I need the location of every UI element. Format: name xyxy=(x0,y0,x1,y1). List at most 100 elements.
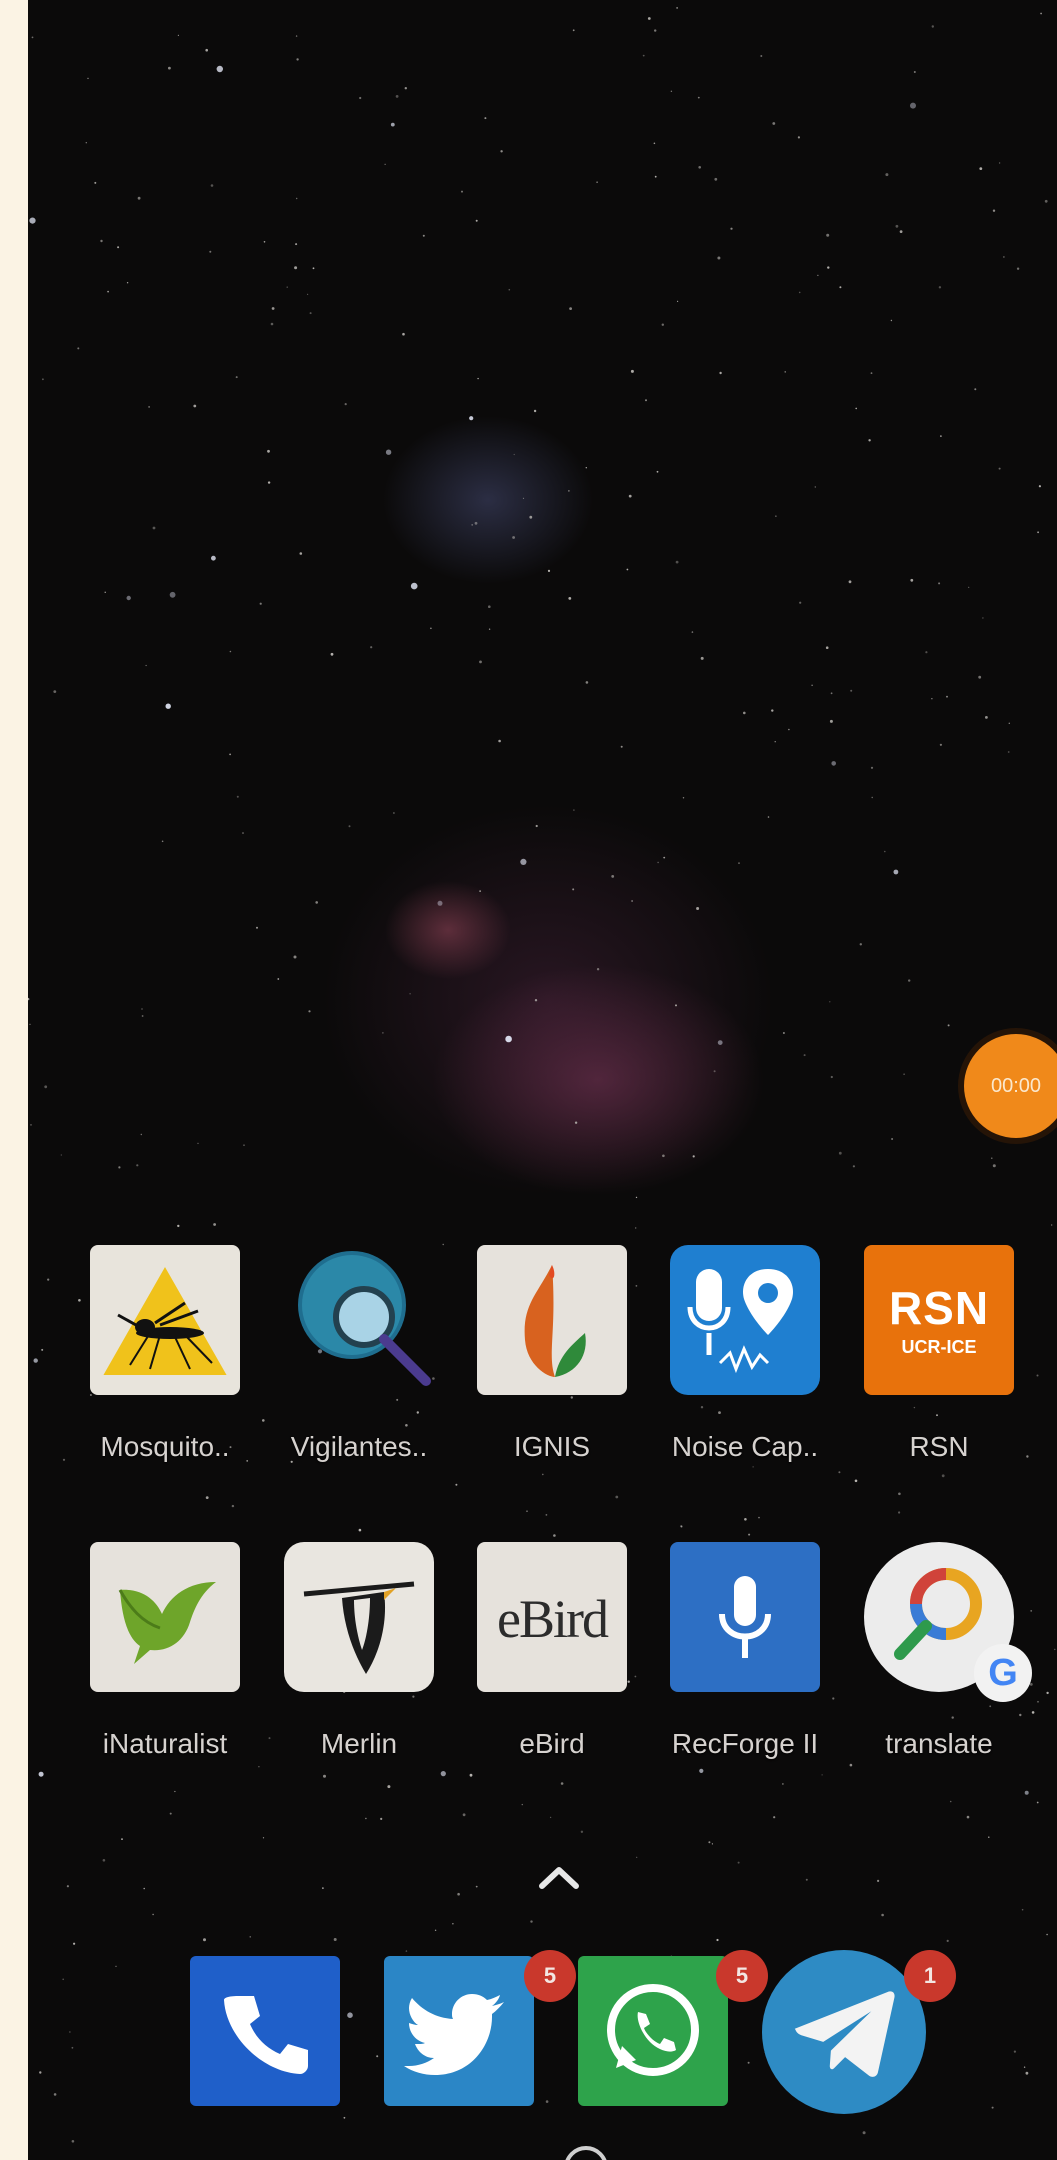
star xyxy=(662,1154,665,1158)
star xyxy=(829,1001,831,1003)
badge-count: 1 xyxy=(923,1963,937,1988)
star xyxy=(908,979,911,982)
dock-whatsapp[interactable] xyxy=(578,1956,728,2106)
star xyxy=(410,582,418,590)
star xyxy=(161,840,164,843)
star xyxy=(293,955,297,959)
star xyxy=(77,347,80,350)
app-label: eBird xyxy=(519,1728,585,1759)
rsn-logo-icon: RSN UCR-ICE xyxy=(864,1245,1014,1395)
app-rsn[interactable]: RSN UCR-ICE RSN xyxy=(844,1245,1034,1463)
star xyxy=(30,1124,32,1126)
star xyxy=(775,515,777,517)
star xyxy=(229,753,232,756)
star xyxy=(452,1923,454,1925)
star xyxy=(1046,1691,1049,1695)
star xyxy=(784,371,786,373)
dock-telegram[interactable] xyxy=(762,1950,926,2114)
chevron-up-icon[interactable] xyxy=(534,1862,584,1892)
star xyxy=(42,378,44,381)
star xyxy=(572,29,575,32)
twitter-bird-icon xyxy=(404,1994,504,2075)
star xyxy=(308,1010,311,1013)
star xyxy=(376,2055,379,2058)
recording-timer-bubble[interactable]: 00:00 xyxy=(964,1034,1057,1138)
star xyxy=(267,481,271,484)
star xyxy=(384,163,386,165)
star xyxy=(60,1154,62,1156)
star xyxy=(620,745,623,748)
app-mosquito-alert[interactable]: Mosquito.. xyxy=(70,1245,260,1463)
star xyxy=(193,404,197,408)
star xyxy=(370,646,373,649)
star xyxy=(422,234,425,237)
star xyxy=(817,274,819,276)
star xyxy=(611,875,615,878)
google-lens-search-icon: G xyxy=(864,1542,1032,1702)
dock-twitter[interactable] xyxy=(384,1956,534,2106)
star xyxy=(33,1358,38,1363)
star xyxy=(568,597,572,600)
star xyxy=(152,526,156,530)
star xyxy=(437,900,443,906)
star xyxy=(533,409,537,413)
star xyxy=(849,1763,853,1767)
app-noise-capture[interactable]: Noise Cap.. xyxy=(650,1245,840,1463)
star xyxy=(1038,485,1041,488)
dock-phone[interactable] xyxy=(190,1956,340,2106)
star xyxy=(526,1510,528,1512)
star xyxy=(831,761,836,766)
star xyxy=(1037,531,1039,534)
app-inaturalist[interactable]: iNaturalist xyxy=(70,1542,260,1760)
star xyxy=(675,1004,677,1007)
star xyxy=(498,739,501,743)
star xyxy=(469,416,474,421)
star xyxy=(169,591,176,598)
star xyxy=(573,809,575,811)
star xyxy=(982,617,984,619)
star xyxy=(631,900,633,902)
star xyxy=(1003,256,1005,258)
star xyxy=(474,521,478,525)
star xyxy=(31,36,34,39)
star xyxy=(347,2012,353,2018)
app-vigilantes[interactable]: Vigilantes.. xyxy=(264,1245,454,1463)
star xyxy=(913,71,916,73)
star xyxy=(344,403,347,406)
star xyxy=(626,568,629,571)
star xyxy=(711,1843,714,1845)
app-merlin[interactable]: Merlin xyxy=(264,1542,454,1760)
star xyxy=(197,1142,199,1145)
star xyxy=(145,664,147,667)
app-translate[interactable]: G translate xyxy=(844,1542,1034,1760)
star xyxy=(28,997,30,1001)
star xyxy=(628,494,632,498)
star xyxy=(296,58,299,61)
star xyxy=(547,569,551,573)
star xyxy=(827,266,830,269)
app-label: Vigilantes.. xyxy=(290,1431,428,1462)
home-screen: 00:00 Mosquito.. Vigilantes.. IGNIS Nois… xyxy=(28,0,1057,2160)
star xyxy=(848,580,852,584)
star xyxy=(730,227,733,230)
star xyxy=(946,1939,949,1942)
app-ebird[interactable]: eBird eBird xyxy=(457,1542,647,1760)
app-label: translate xyxy=(885,1728,993,1759)
star xyxy=(946,695,948,698)
star xyxy=(140,1133,142,1136)
star xyxy=(938,286,942,289)
app-ignis[interactable]: IGNIS xyxy=(457,1245,647,1463)
star xyxy=(152,1913,154,1916)
star xyxy=(991,1157,993,1159)
star xyxy=(1025,2071,1029,2075)
star xyxy=(380,1817,383,1820)
star xyxy=(53,690,57,693)
star xyxy=(62,1978,64,1981)
star xyxy=(797,136,801,139)
star xyxy=(885,173,889,177)
star xyxy=(968,586,970,588)
app-recforge[interactable]: RecForge II xyxy=(650,1542,840,1760)
telegram-plane-icon xyxy=(794,1991,895,2077)
star xyxy=(168,66,171,70)
star xyxy=(249,1936,251,1938)
